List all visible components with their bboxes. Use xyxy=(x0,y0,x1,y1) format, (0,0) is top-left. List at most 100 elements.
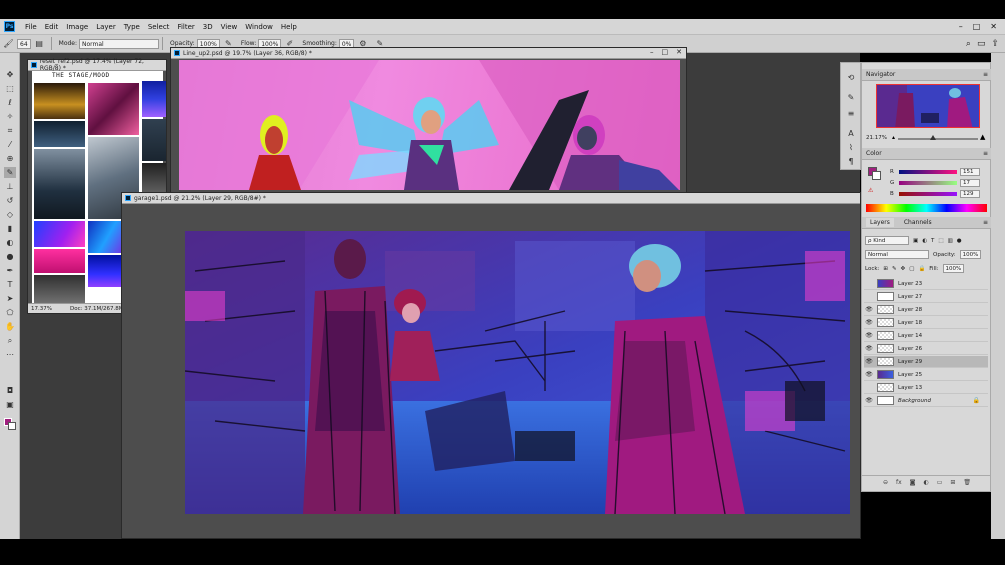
background-color-swatch[interactable] xyxy=(8,422,16,430)
eye-icon[interactable]: 👁 xyxy=(864,332,874,339)
filter-type-icon[interactable]: T xyxy=(931,238,934,244)
paragraph-panel-icon[interactable]: ¶ xyxy=(845,157,857,167)
filter-smart-icon[interactable]: ▥ xyxy=(948,238,953,244)
lasso-tool-icon[interactable]: ℓ xyxy=(4,97,16,108)
layer-name[interactable]: Layer 23 xyxy=(898,281,922,287)
more-tools-icon[interactable]: ⋯ xyxy=(4,349,16,360)
navigator-tab[interactable]: Navigator xyxy=(866,71,895,78)
zoom-in-icon[interactable]: ▲ xyxy=(980,133,985,141)
layer-row[interactable]: Layer 27 xyxy=(864,291,988,303)
quick-select-tool-icon[interactable]: ✧ xyxy=(4,111,16,122)
panel-menu-icon[interactable]: ≡ xyxy=(983,71,988,78)
layer-name[interactable]: Layer 25 xyxy=(898,372,922,378)
link-icon[interactable]: ⊖ xyxy=(883,479,888,486)
layer-name[interactable]: Layer 29 xyxy=(898,359,922,365)
adjustments-panel-icon[interactable]: ≡ xyxy=(845,109,857,119)
brush-preset-icon[interactable]: 🖌 xyxy=(3,38,14,49)
document-garage[interactable]: garage1.psd @ 21.2% (Layer 29, RGB/8#) * xyxy=(121,192,861,539)
share-icon[interactable]: ⇪ xyxy=(991,39,999,49)
layer-row[interactable]: 👁 Layer 26 xyxy=(864,343,988,355)
document-tab[interactable]: garage1.psd @ 21.2% (Layer 29, RGB/8#) * xyxy=(122,193,860,204)
lock-transparent-icon[interactable]: ⊞ xyxy=(883,266,888,272)
character-panel-icon[interactable]: A xyxy=(845,129,857,139)
close-button[interactable]: ✕ xyxy=(990,22,997,31)
layer-row[interactable]: Layer 23 xyxy=(864,278,988,290)
filter-toggle-icon[interactable]: ● xyxy=(957,238,962,244)
blue-slider[interactable] xyxy=(899,191,957,196)
menu-file[interactable]: File xyxy=(21,23,41,31)
menu-view[interactable]: View xyxy=(217,23,242,31)
close-button[interactable]: ✕ xyxy=(676,48,682,58)
group-icon[interactable]: ▭ xyxy=(937,479,943,486)
eraser-tool-icon[interactable]: ◇ xyxy=(4,209,16,220)
gamut-warning-icon[interactable]: ⚠ xyxy=(868,187,873,194)
eyedropper-tool-icon[interactable]: ⁄ xyxy=(4,139,16,150)
navigator-thumbnail[interactable] xyxy=(876,84,980,128)
lock-all-icon[interactable]: 🔒 xyxy=(918,266,925,272)
tab-layers[interactable]: Layers xyxy=(866,218,894,227)
lock-position-icon[interactable]: ✥ xyxy=(901,266,906,272)
workspace-icon[interactable]: ▭ xyxy=(977,39,986,49)
type-tool-icon[interactable]: T xyxy=(4,279,16,290)
layer-name[interactable]: Layer 27 xyxy=(898,294,922,300)
move-tool-icon[interactable]: ✥ xyxy=(4,69,16,80)
brush-size-picker[interactable]: 64 xyxy=(17,38,31,49)
layer-row[interactable]: 👁 Background 🔒 xyxy=(864,395,988,407)
panel-menu-icon[interactable]: ≡ xyxy=(983,150,988,157)
mask-icon[interactable]: ◙ xyxy=(910,479,916,486)
menu-help[interactable]: Help xyxy=(277,23,301,31)
eye-icon[interactable]: 👁 xyxy=(864,306,874,313)
layer-name[interactable]: Layer 26 xyxy=(898,346,922,352)
layer-name[interactable]: Layer 18 xyxy=(898,320,922,326)
minimize-button[interactable]: – xyxy=(959,22,963,31)
crop-tool-icon[interactable]: ⌗ xyxy=(4,125,16,136)
fx-icon[interactable]: fx xyxy=(896,479,902,486)
brush-panel-icon[interactable]: ✎ xyxy=(845,93,857,103)
adjustment-icon[interactable]: ◐ xyxy=(923,479,928,486)
blue-input[interactable]: 129 xyxy=(960,189,980,198)
red-slider[interactable] xyxy=(899,169,957,174)
tab-channels[interactable]: Channels xyxy=(904,219,932,226)
history-panel-icon[interactable]: ⟲ xyxy=(845,73,857,83)
eye-icon[interactable]: 👁 xyxy=(864,397,874,404)
quick-mask-icon[interactable]: ◘ xyxy=(4,385,16,396)
menu-select[interactable]: Select xyxy=(144,23,174,31)
kind-filter-select[interactable]: ρ Kind xyxy=(865,236,909,245)
maximize-button[interactable]: □ xyxy=(973,22,981,31)
hand-tool-icon[interactable]: ✋ xyxy=(4,321,16,332)
layer-name[interactable]: Layer 28 xyxy=(898,307,922,313)
lock-artboard-icon[interactable]: ▢ xyxy=(909,266,914,272)
screen-mode-icon[interactable]: ▣ xyxy=(4,399,16,410)
document-line-up[interactable]: Line_up2.psd @ 19.7% (Layer 36, RGB/8) *… xyxy=(170,47,687,197)
painting-canvas[interactable] xyxy=(185,231,850,514)
zoom-slider-knob[interactable] xyxy=(930,135,936,140)
menu-window[interactable]: Window xyxy=(241,23,277,31)
zoom-readout[interactable]: 17.37% xyxy=(31,306,52,312)
shape-tool-icon[interactable]: ⬠ xyxy=(4,307,16,318)
layer-name[interactable]: Layer 13 xyxy=(898,385,922,391)
panel-menu-icon[interactable]: ≡ xyxy=(983,219,988,226)
mode-select[interactable]: Normal xyxy=(79,38,160,49)
layer-row-selected[interactable]: 👁 Layer 29 xyxy=(864,356,988,368)
color-panel-header[interactable]: Color ≡ xyxy=(862,148,992,160)
layer-row[interactable]: 👁 Layer 14 xyxy=(864,330,988,342)
paths-panel-icon[interactable]: ⌇ xyxy=(845,143,857,153)
layer-name[interactable]: Layer 14 xyxy=(898,333,922,339)
layer-name[interactable]: Background xyxy=(898,398,931,404)
brush-tool-icon[interactable]: ✎ xyxy=(4,167,16,178)
navigator-panel-header[interactable]: Navigator ≡ xyxy=(862,69,992,81)
fill-input[interactable]: 100% xyxy=(942,264,965,273)
color-spectrum[interactable] xyxy=(866,204,987,212)
eye-icon[interactable]: 👁 xyxy=(864,319,874,326)
navigator-zoom-slider[interactable] xyxy=(898,138,978,140)
menu-filter[interactable]: Filter xyxy=(173,23,198,31)
menu-type[interactable]: Type xyxy=(120,23,144,31)
eye-icon[interactable]: 👁 xyxy=(864,371,874,378)
trash-icon[interactable]: 🗑 xyxy=(963,479,971,486)
dodge-tool-icon[interactable]: ● xyxy=(4,251,16,262)
filter-pixel-icon[interactable]: ▣ xyxy=(913,238,918,244)
lineup-canvas[interactable] xyxy=(179,60,680,190)
search-icon[interactable]: ⌕ xyxy=(966,39,971,49)
eye-icon[interactable]: 👁 xyxy=(864,358,874,365)
brush-settings-icon[interactable]: ▤ xyxy=(34,38,45,49)
